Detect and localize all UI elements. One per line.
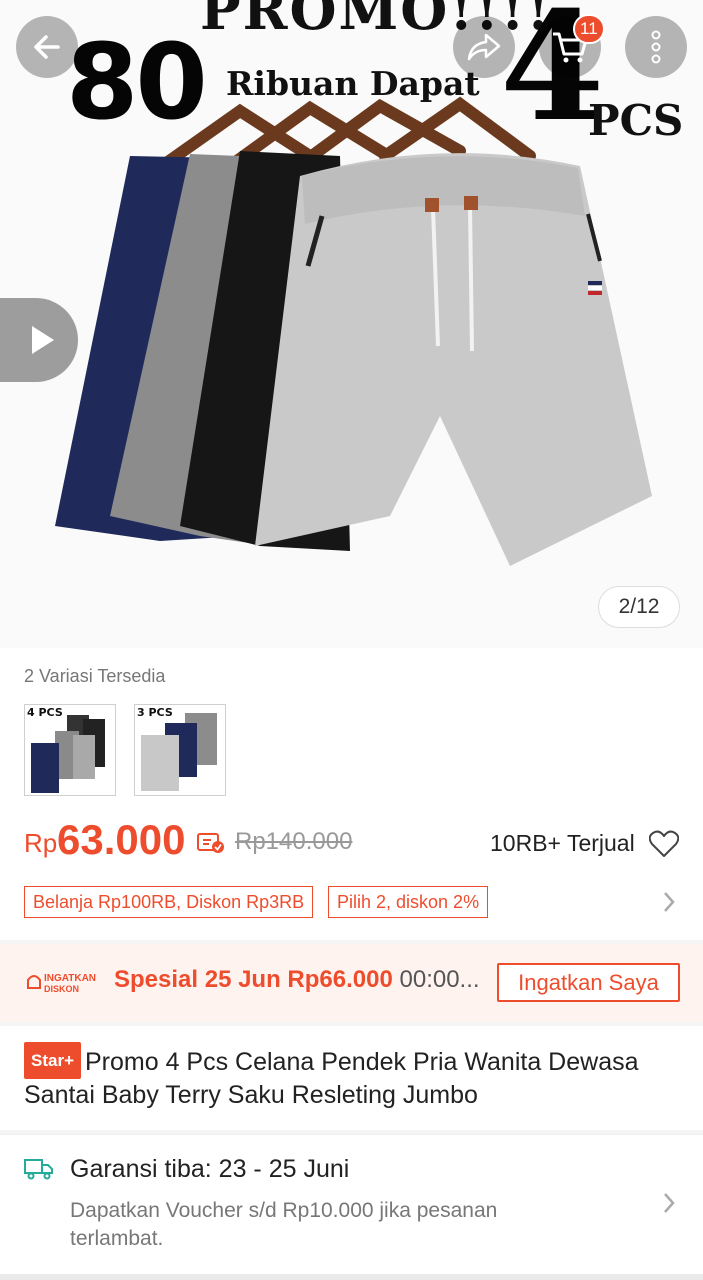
remind-me-button[interactable]: Ingatkan Saya xyxy=(497,963,680,1002)
section-divider xyxy=(0,1274,703,1280)
svg-text:DISKON: DISKON xyxy=(44,984,79,994)
back-button[interactable] xyxy=(16,16,78,78)
reminder-price: Rp66.000 xyxy=(287,966,393,993)
reminder-text: Spesial 25 Jun Rp66.000 00:00... xyxy=(114,966,480,994)
product-title: Star+ Promo 4 Pcs Celana Pendek Pria Wani… xyxy=(24,1042,684,1112)
heart-icon[interactable] xyxy=(649,830,679,858)
shipping-subtitle: Dapatkan Voucher s/d Rp10.000 jika pesan… xyxy=(70,1199,498,1250)
more-options-button[interactable] xyxy=(625,16,687,78)
flash-sale-reminder-bar: INGATKAN DISKON Spesial 25 Jun Rp66.000 … xyxy=(0,944,703,1022)
product-image-gallery[interactable]: PROMO!!!! 80 Ribuan Dapat 4 PCS 11 2/12 xyxy=(0,0,703,648)
variant-thumbnail[interactable]: 4 PCS xyxy=(24,704,116,796)
shipping-guarantee-row[interactable]: Garansi tiba: 23 - 25 Juni Dapatkan Vouc… xyxy=(0,1134,703,1274)
play-icon xyxy=(32,326,54,354)
shipping-title: Garansi tiba: 23 - 25 Juni xyxy=(70,1155,350,1183)
share-button[interactable] xyxy=(453,16,515,78)
star-plus-badge: Star+ xyxy=(24,1042,81,1079)
sold-count: 10RB+ Terjual xyxy=(490,830,635,856)
share-icon xyxy=(467,33,501,61)
chevron-right-icon[interactable] xyxy=(662,890,676,914)
reminder-time: 00:00... xyxy=(392,966,480,993)
variants-label: 2 Variasi Tersedia xyxy=(24,666,166,686)
reminder-date: Spesial 25 Jun xyxy=(114,966,288,993)
cart-count-badge: 11 xyxy=(573,14,605,44)
variant-thumbnail[interactable]: 3 PCS xyxy=(134,704,226,796)
product-info-section: 2 Variasi Tersedia 4 PCS 3 PCS Rp 63.000… xyxy=(0,648,703,940)
variant-tag: 4 PCS xyxy=(27,706,63,719)
price-current: 63.000 xyxy=(57,816,186,863)
variant-tag: 3 PCS xyxy=(137,706,173,719)
truck-icon xyxy=(24,1159,53,1180)
more-icon xyxy=(651,30,661,64)
product-title-text: Promo 4 Pcs Celana Pendek Pria Wanita De… xyxy=(24,1048,639,1109)
price-currency: Rp xyxy=(24,828,58,858)
product-title-section: Star+ Promo 4 Pcs Celana Pendek Pria Wani… xyxy=(0,1026,703,1130)
price-original: Rp140.000 xyxy=(235,828,353,855)
chevron-right-icon[interactable] xyxy=(662,1191,676,1215)
coin-icon xyxy=(197,833,224,853)
bundle-discount-tag[interactable]: Pilih 2, diskon 2% xyxy=(328,886,489,918)
shorts-product-illustration xyxy=(55,96,652,566)
svg-text:INGATKAN: INGATKAN xyxy=(44,973,96,984)
image-counter: 2/12 xyxy=(598,586,680,628)
ingatkan-diskon-logo: INGATKAN DISKON xyxy=(27,973,96,994)
back-arrow-icon xyxy=(34,35,60,59)
shop-voucher-tag[interactable]: Belanja Rp100RB, Diskon Rp3RB xyxy=(24,886,314,918)
